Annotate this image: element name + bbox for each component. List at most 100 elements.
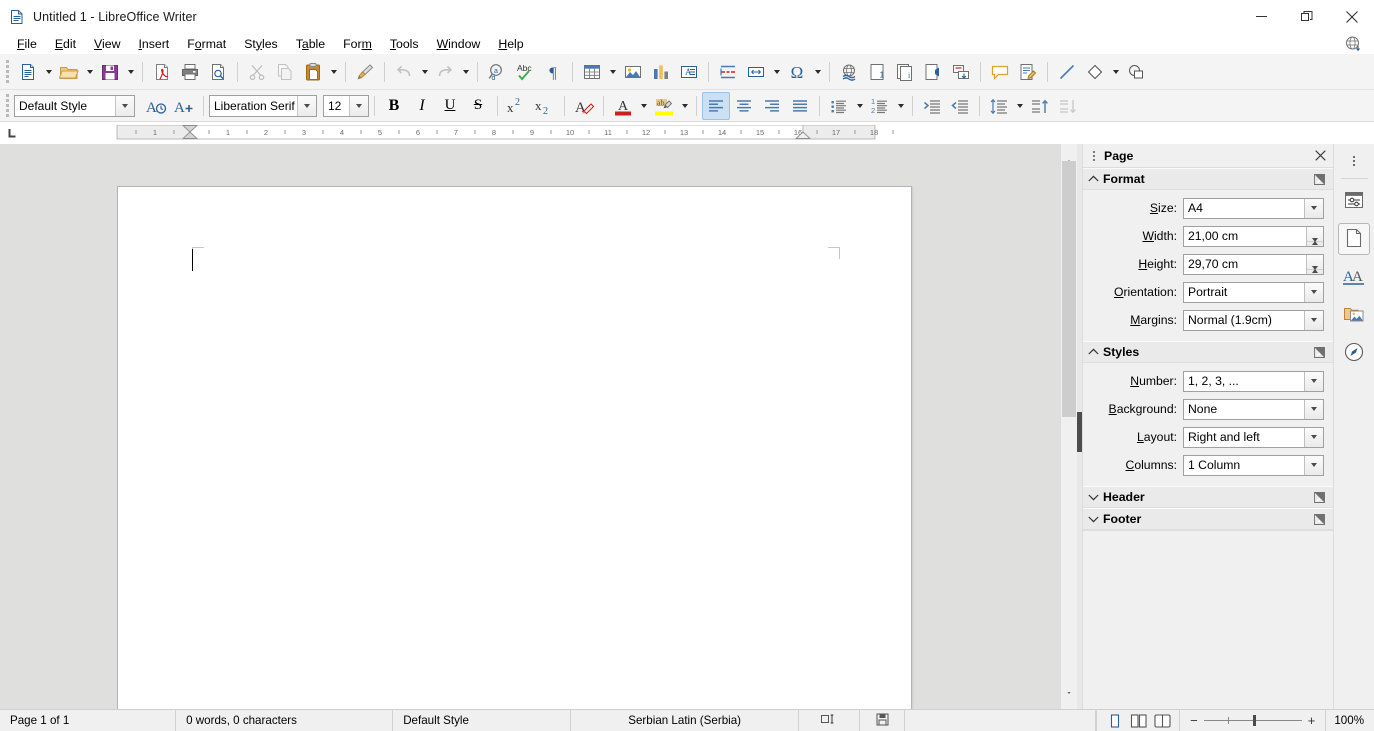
bookmark-page-icon[interactable]	[919, 58, 947, 86]
globe-download-icon[interactable]	[1344, 35, 1362, 53]
multi-page-icon[interactable]	[1127, 712, 1149, 730]
status-zoom-level[interactable]: 100%	[1325, 710, 1374, 731]
numbered-list-icon[interactable]: 12	[866, 92, 894, 120]
page-break-icon[interactable]	[714, 58, 742, 86]
page-height-spin-buttons[interactable]	[1306, 255, 1323, 274]
zoom-out-button[interactable]: −	[1188, 713, 1200, 728]
scroll-down-button[interactable]	[1061, 692, 1077, 709]
font-name-dropdown[interactable]	[297, 96, 316, 116]
page-orientation-dropdown[interactable]	[1304, 283, 1323, 302]
save-floppy-icon[interactable]	[96, 58, 124, 86]
paintbrush-icon[interactable]	[351, 58, 379, 86]
increase-indent-icon[interactable]	[918, 92, 946, 120]
more-options-icon[interactable]	[1308, 343, 1330, 361]
paragraph-style-combo[interactable]: Default Style	[14, 95, 135, 117]
page-width-spin-buttons[interactable]	[1306, 227, 1323, 246]
track-changes-icon[interactable]	[1014, 58, 1042, 86]
line-spacing-dropdown[interactable]	[1013, 92, 1026, 120]
page-columns-combo[interactable]: 1 Column	[1183, 455, 1324, 476]
strikethrough-button[interactable]: S	[464, 92, 492, 120]
omega-icon[interactable]: Ω	[783, 58, 811, 86]
document-canvas[interactable]	[0, 144, 1060, 709]
subscript-button[interactable]: x2	[531, 92, 559, 120]
font-size-combo[interactable]: 12	[323, 95, 369, 117]
para-spacing-up-icon[interactable]	[1026, 92, 1054, 120]
shapes-dropdown[interactable]	[1109, 58, 1122, 86]
find-replace-icon[interactable]: ad	[483, 58, 511, 86]
undo-dropdown[interactable]	[418, 58, 431, 86]
field-icon[interactable]	[742, 58, 770, 86]
copy-icon[interactable]	[271, 58, 299, 86]
sidebar-tab-properties[interactable]	[1338, 185, 1370, 217]
menu-format[interactable]: Format	[178, 34, 235, 54]
formatting-toolbar-grip[interactable]	[3, 93, 12, 119]
font-size-dropdown[interactable]	[349, 96, 368, 116]
page-height-spinner[interactable]: 29,70 cm	[1183, 254, 1324, 275]
page-margins-dropdown[interactable]	[1304, 311, 1323, 330]
font-color-icon[interactable]: A	[609, 92, 637, 120]
page-width-value[interactable]: 21,00 cm	[1184, 227, 1306, 246]
field-dropdown[interactable]	[770, 58, 783, 86]
sidebar-collapse-knob[interactable]	[1077, 412, 1082, 452]
save-dropdown[interactable]	[124, 58, 137, 86]
page-layout-combo[interactable]: Right and left	[1183, 427, 1324, 448]
panel-header-format[interactable]: Format	[1083, 168, 1333, 190]
menu-styles[interactable]: Styles	[235, 34, 287, 54]
open-folder-icon[interactable]	[55, 58, 83, 86]
align-center-icon[interactable]	[730, 92, 758, 120]
sidebar-tab-gallery[interactable]	[1338, 299, 1370, 331]
menu-form[interactable]: Form	[334, 34, 381, 54]
align-justify-icon[interactable]	[786, 92, 814, 120]
status-digital-signature[interactable]	[905, 710, 1096, 731]
printer-icon[interactable]	[176, 58, 204, 86]
scroll-track[interactable]	[1061, 161, 1077, 692]
comment-bubble-icon[interactable]	[986, 58, 1014, 86]
paste-dropdown[interactable]	[327, 58, 340, 86]
clear-formatting-icon[interactable]: A	[570, 92, 598, 120]
more-options-icon[interactable]	[1308, 488, 1330, 506]
page-layout-dropdown[interactable]	[1304, 428, 1323, 447]
sidebar-tab-page[interactable]	[1338, 223, 1370, 255]
menu-window[interactable]: Window	[428, 34, 490, 54]
scissors-icon[interactable]	[243, 58, 271, 86]
page-background-dropdown[interactable]	[1304, 400, 1323, 419]
para-spacing-down-icon[interactable]	[1054, 92, 1082, 120]
status-word-count[interactable]: 0 words, 0 characters	[176, 710, 393, 731]
underline-button[interactable]: U	[436, 92, 464, 120]
table-grid-icon[interactable]	[578, 58, 606, 86]
redo-arrow-icon[interactable]	[431, 58, 459, 86]
page-size-dropdown[interactable]	[1304, 199, 1323, 218]
footnote-icon[interactable]: 1	[863, 58, 891, 86]
new-doc-dropdown[interactable]	[42, 58, 55, 86]
redo-dropdown[interactable]	[459, 58, 472, 86]
globe-link-icon[interactable]	[835, 58, 863, 86]
close-button[interactable]	[1329, 0, 1374, 33]
page-columns-dropdown[interactable]	[1304, 456, 1323, 475]
page-height-value[interactable]: 29,70 cm	[1184, 255, 1306, 274]
picture-icon[interactable]	[619, 58, 647, 86]
pdf-icon[interactable]	[148, 58, 176, 86]
line-spacing-icon[interactable]	[985, 92, 1013, 120]
sidebar-tab-styles[interactable]: AA	[1338, 261, 1370, 293]
menu-tools[interactable]: Tools	[381, 34, 428, 54]
special-char-dropdown[interactable]	[811, 58, 824, 86]
page-margins-combo[interactable]: Normal (1.9cm)	[1183, 310, 1324, 331]
diamond-shape-icon[interactable]	[1081, 58, 1109, 86]
sidebar-tab-navigator[interactable]	[1338, 337, 1370, 369]
numbered-list-dropdown[interactable]	[894, 92, 907, 120]
line-icon[interactable]	[1053, 58, 1081, 86]
minimize-button[interactable]	[1239, 0, 1284, 33]
panel-header-styles[interactable]: Styles	[1083, 341, 1333, 363]
menu-insert[interactable]: Insert	[129, 34, 178, 54]
align-right-icon[interactable]	[758, 92, 786, 120]
style-update-icon[interactable]: A	[142, 92, 170, 120]
paragraph-style-dropdown[interactable]	[115, 96, 134, 116]
style-new-icon[interactable]: A	[170, 92, 198, 120]
bullet-list-dropdown[interactable]	[853, 92, 866, 120]
document-page[interactable]	[117, 186, 912, 709]
bold-button[interactable]: B	[380, 92, 408, 120]
page-background-combo[interactable]: None	[1183, 399, 1324, 420]
restore-button[interactable]	[1284, 0, 1329, 33]
menu-edit[interactable]: Edit	[46, 34, 85, 54]
scroll-thumb[interactable]	[1062, 161, 1076, 417]
